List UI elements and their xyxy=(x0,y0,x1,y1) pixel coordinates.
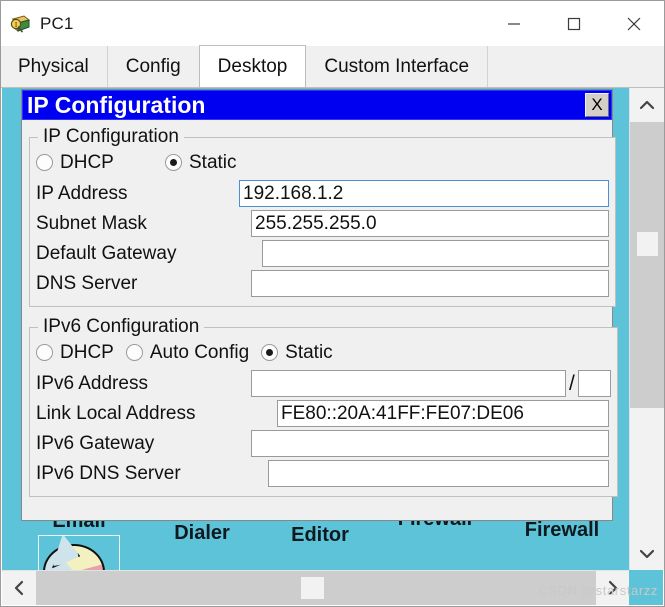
ipv6-auto-config-radio-label: Auto Config xyxy=(149,341,250,363)
ipv6-dns-server-input[interactable] xyxy=(268,460,609,487)
subnet-mask-row: Subnet Mask xyxy=(36,209,609,238)
ipv6-static-radio-label: Static xyxy=(285,341,333,363)
dns-server-input[interactable] xyxy=(251,270,609,297)
ip-configuration-dialog-title: IP Configuration xyxy=(27,91,206,118)
ip-configuration-dialog: IP Configuration X IP Configuration DHCP xyxy=(21,89,618,521)
ip-configuration-close-button[interactable]: X xyxy=(585,93,609,117)
ipv6-dhcp-radio-dot xyxy=(36,344,53,361)
dns-server-label: DNS Server xyxy=(36,272,138,294)
subnet-mask-label: Subnet Mask xyxy=(36,212,147,234)
tab-physical-label: Physical xyxy=(18,55,89,77)
ipv6-dns-server-row: IPv6 DNS Server xyxy=(36,459,611,488)
horizontal-scrollbar-thumb[interactable] xyxy=(301,577,324,599)
default-gateway-input[interactable] xyxy=(262,240,609,267)
ipv6-gateway-row: IPv6 Gateway xyxy=(36,429,611,458)
ipv4-configuration-group: IP Configuration DHCP Static IP Address xyxy=(29,126,616,307)
desktop-icon-editor-label: Editor xyxy=(291,524,349,546)
default-gateway-row: Default Gateway xyxy=(36,239,609,268)
ipv6-configuration-group: IPv6 Configuration DHCP Auto Config Stat… xyxy=(29,316,618,497)
packet-tracer-pc-window: I PC1 Physical Config Desktop Custom Int… xyxy=(0,0,665,607)
desktop-icon-ipv6-firewall-label: Firewall xyxy=(524,519,600,541)
close-button[interactable] xyxy=(604,2,664,46)
ip-address-row: IP Address xyxy=(36,179,609,208)
packet-tracer-inspect-icon: I xyxy=(10,13,32,35)
ipv6-auto-config-radio[interactable]: Auto Config xyxy=(125,341,250,364)
desktop-icon-dialer-label: Dialer xyxy=(174,522,230,544)
ip-address-input[interactable] xyxy=(239,180,609,207)
ipv6-prefix-length-input[interactable] xyxy=(577,370,611,397)
ipv6-static-radio[interactable]: Static xyxy=(261,342,333,364)
desktop-icon-editor[interactable]: Editor xyxy=(265,524,375,547)
tab-desktop-label: Desktop xyxy=(217,55,288,77)
window-titlebar: I PC1 xyxy=(1,1,664,46)
tab-desktop[interactable]: Desktop xyxy=(198,45,307,87)
ipv6-gateway-input[interactable] xyxy=(251,430,609,457)
ip-configuration-dialog-titlebar: IP Configuration X xyxy=(22,90,612,120)
scroll-down-button[interactable] xyxy=(630,537,664,571)
vertical-scrollbar[interactable] xyxy=(629,88,664,571)
ipv4-dhcp-radio-dot xyxy=(36,154,53,171)
tab-physical[interactable]: Physical xyxy=(1,46,108,87)
ipv6-address-input[interactable] xyxy=(251,370,566,397)
vertical-scrollbar-track-lower[interactable] xyxy=(630,408,664,537)
tab-config[interactable]: Config xyxy=(106,46,200,87)
desktop-panel: Email Dialer Editor Firewall Firewall xyxy=(2,88,630,571)
ipv6-dhcp-radio[interactable]: DHCP xyxy=(36,342,114,364)
ipv4-dhcp-radio[interactable]: DHCP xyxy=(36,152,161,174)
link-local-address-row: Link Local Address xyxy=(36,399,611,428)
tab-custom-interface[interactable]: Custom Interface xyxy=(305,46,489,87)
chevron-left-icon xyxy=(14,580,24,596)
ip-configuration-dialog-body: IP Configuration DHCP Static IP Address xyxy=(22,120,618,497)
pie-chart-icon xyxy=(38,535,120,571)
ipv6-address-label: IPv6 Address xyxy=(36,372,148,394)
ipv6-address-row: IPv6 Address / xyxy=(36,369,611,398)
ipv4-dhcp-radio-label: DHCP xyxy=(60,151,114,173)
ipv6-dhcp-radio-label: DHCP xyxy=(60,341,114,363)
link-local-address-input[interactable] xyxy=(277,400,609,427)
vertical-scrollbar-thumb[interactable] xyxy=(637,232,658,256)
ipv6-mode-radio-group: DHCP Auto Config Static xyxy=(36,339,611,366)
chevron-down-icon xyxy=(639,549,655,559)
ipv6-dns-server-label: IPv6 DNS Server xyxy=(36,462,181,484)
dns-server-row: DNS Server xyxy=(36,269,609,298)
chevron-up-icon xyxy=(639,100,655,110)
scrollbar-corner xyxy=(629,570,663,605)
horizontal-scrollbar[interactable] xyxy=(2,570,630,605)
ipv6-gateway-label: IPv6 Gateway xyxy=(36,432,155,454)
tab-config-label: Config xyxy=(125,55,181,77)
subnet-mask-input[interactable] xyxy=(251,210,609,237)
scroll-up-button[interactable] xyxy=(630,88,664,122)
minimize-button[interactable] xyxy=(484,2,544,46)
maximize-button[interactable] xyxy=(544,2,604,46)
ipv4-mode-radio-group: DHCP Static xyxy=(36,149,609,176)
scroll-right-button[interactable] xyxy=(596,571,630,605)
ipv6-prefix-separator: / xyxy=(569,371,575,395)
chevron-right-icon xyxy=(608,580,618,596)
ipv6-static-radio-dot xyxy=(261,344,279,361)
ip-address-label: IP Address xyxy=(36,182,128,204)
tab-custom-interface-label: Custom Interface xyxy=(324,55,470,77)
default-gateway-label: Default Gateway xyxy=(36,242,177,264)
ipv6-group-legend: IPv6 Configuration xyxy=(43,316,200,337)
tab-strip: Physical Config Desktop Custom Interface xyxy=(1,45,664,88)
window-title: PC1 xyxy=(40,13,74,33)
ipv4-static-radio-label: Static xyxy=(189,151,237,173)
ipv4-static-radio-dot xyxy=(165,154,182,171)
horizontal-scrollbar-track[interactable] xyxy=(36,571,596,605)
ipv4-static-radio[interactable]: Static xyxy=(165,152,237,174)
link-local-address-label: Link Local Address xyxy=(36,402,196,424)
desktop-icon-dialer[interactable]: Dialer xyxy=(147,522,257,545)
desktop-icon-ipv6-firewall[interactable]: Firewall xyxy=(502,519,622,542)
ipv4-group-legend: IP Configuration xyxy=(43,126,179,147)
ipv6-auto-config-radio-dot xyxy=(125,344,143,361)
scroll-left-button[interactable] xyxy=(2,571,36,605)
